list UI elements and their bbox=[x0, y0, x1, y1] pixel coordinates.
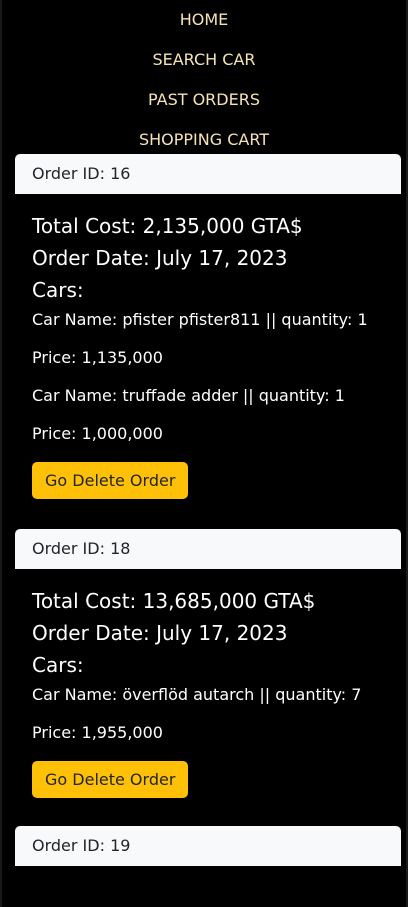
delete-order-button[interactable]: Go Delete Order bbox=[32, 462, 189, 499]
cars-heading: Cars: bbox=[32, 278, 84, 302]
nav-past-orders-link[interactable]: PAST ORDERS bbox=[2, 82, 406, 122]
order-total-cost: Total Cost: 13,685,000 GTA$ bbox=[32, 589, 316, 613]
car-name-quantity: Car Name: överflöd autarch || quantity: … bbox=[32, 685, 362, 704]
car-price: Price: 1,000,000 bbox=[32, 424, 163, 443]
nav-search-car-link[interactable]: SEARCH CAR bbox=[2, 42, 406, 82]
order-card: Order ID: 19 bbox=[15, 826, 401, 866]
nav-home-link[interactable]: HOME bbox=[2, 2, 406, 42]
order-id-header: Order ID: 19 bbox=[15, 826, 401, 866]
order-card: Order ID: 16 Total Cost: 2,135,000 GTA$ … bbox=[15, 154, 401, 499]
car-price: Price: 1,955,000 bbox=[32, 723, 163, 742]
car-name-quantity: Car Name: truffade adder || quantity: 1 bbox=[32, 386, 345, 405]
car-name-quantity: Car Name: pfister pfister811 || quantity… bbox=[32, 310, 368, 329]
order-date: Order Date: July 17, 2023 bbox=[32, 621, 288, 645]
order-id-header: Order ID: 18 bbox=[15, 529, 401, 569]
delete-order-button[interactable]: Go Delete Order bbox=[32, 761, 189, 798]
orders-list: Order ID: 16 Total Cost: 2,135,000 GTA$ … bbox=[2, 154, 406, 866]
order-card: Order ID: 18 Total Cost: 13,685,000 GTA$… bbox=[15, 529, 401, 798]
order-total-cost: Total Cost: 2,135,000 GTA$ bbox=[32, 214, 303, 238]
cars-heading: Cars: bbox=[32, 653, 84, 677]
order-body: Total Cost: 13,685,000 GTA$ Order Date: … bbox=[15, 569, 401, 798]
car-price: Price: 1,135,000 bbox=[32, 348, 163, 367]
top-nav: HOME SEARCH CAR PAST ORDERS SHOPPING CAR… bbox=[2, 0, 406, 162]
order-date: Order Date: July 17, 2023 bbox=[32, 246, 288, 270]
order-id-header: Order ID: 16 bbox=[15, 154, 401, 194]
order-body: Total Cost: 2,135,000 GTA$ Order Date: J… bbox=[15, 194, 401, 499]
